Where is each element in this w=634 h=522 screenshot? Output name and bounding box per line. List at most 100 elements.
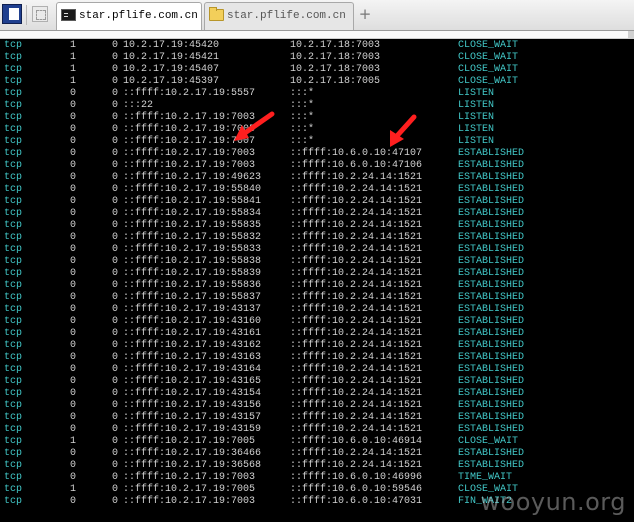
proto-cell: tcp (4, 460, 23, 471)
proto-cell: tcp (4, 100, 23, 111)
tab-file-transfer[interactable]: star.pflife.com.cn (204, 2, 354, 30)
state-cell: ESTABLISHED (458, 388, 525, 399)
foreign-address-cell: ::ffff:10.2.24.14:1521 (290, 304, 423, 315)
state-cell: ESTABLISHED (458, 316, 525, 327)
state-cell: ESTABLISHED (458, 352, 525, 363)
send-q-cell: 0 (111, 304, 118, 315)
folder-icon (209, 7, 224, 21)
local-address-cell: ::ffff:10.2.17.19:55834 (123, 208, 262, 219)
local-address-cell: ::ffff:10.2.17.19:43161 (123, 328, 262, 339)
netstat-row: tcp 0 0::ffff:10.2.17.19:55839::ffff:10.2.… (0, 268, 634, 280)
foreign-address-cell: 10.2.17.18:7003 (290, 52, 381, 63)
netstat-row: tcp 1 0 10.2.17.19:45421 10.2.17.18:7003 CLOS… (0, 52, 634, 64)
proto-cell: tcp (4, 256, 23, 267)
netstat-row: tcp 1 0 10.2.17.19:45397 10.2.17.18:7005 CLOS… (0, 76, 634, 88)
local-address-cell: ::ffff:10.2.17.19:55840 (123, 184, 262, 195)
foreign-address-cell: ::ffff:10.2.24.14:1521 (290, 352, 423, 363)
proto-cell: tcp (4, 388, 23, 399)
state-cell: ESTABLISHED (458, 412, 525, 423)
terminal-output[interactable]: tcp 1 0 10.2.17.19:45420 10.2.17.18:7003 CLOS… (0, 40, 634, 522)
local-address-cell: ::ffff:10.2.17.19:43160 (123, 316, 262, 327)
local-address-cell: ::ffff:10.2.17.19:55832 (123, 232, 262, 243)
recv-q-cell: 0 (69, 136, 76, 147)
proto-cell: tcp (4, 64, 23, 75)
foreign-address-cell: :::* (290, 100, 315, 111)
send-q-cell: 0 (111, 40, 118, 51)
foreign-address-cell: ::ffff:10.2.24.14:1521 (290, 244, 423, 255)
local-address-cell: ::ffff:10.2.17.19:43156 (123, 400, 262, 411)
local-address-cell: ::ffff:10.2.17.19:36466 (123, 448, 262, 459)
proto-cell: tcp (4, 352, 23, 363)
netstat-row: tcp 0 0::ffff:10.2.17.19:55840::ffff:10.2.… (0, 184, 634, 196)
local-address-cell: :::22 (123, 100, 154, 111)
proto-cell: tcp (4, 136, 23, 147)
tab-terminal-session[interactable]: star.pflife.com.cn (56, 2, 202, 30)
proto-cell: tcp (4, 340, 23, 351)
recv-q-cell: 0 (69, 340, 76, 351)
netstat-row: tcp 0 0::ffff:10.2.17.19:36466::ffff:10.2.… (0, 448, 634, 460)
proto-cell: tcp (4, 220, 23, 231)
proto-cell: tcp (4, 196, 23, 207)
recv-q-cell: 0 (69, 448, 76, 459)
netstat-row: tcp 0 0::ffff:10.2.17.19:36568::ffff:10.2.… (0, 460, 634, 472)
send-q-cell: 0 (111, 256, 118, 267)
recv-q-cell: 0 (69, 400, 76, 411)
recv-q-cell: 0 (69, 220, 76, 231)
local-address-cell: ::ffff:10.2.17.19:43163 (123, 352, 262, 363)
foreign-address-cell: :::* (290, 112, 315, 123)
local-address-cell: ::ffff:10.2.17.19:7005 (123, 124, 256, 135)
netstat-row: tcp 0 0::ffff:10.2.17.19:43159::ffff:10.2.… (0, 424, 634, 436)
tab-label: star.pflife.com.cn (227, 10, 346, 22)
state-cell: CLOSE_WAIT (458, 436, 519, 447)
local-address-cell: ::ffff:10.2.17.19:7003 (123, 160, 256, 171)
netstat-row: tcp 0 0::ffff:10.2.17.19:55835::ffff:10.2.… (0, 220, 634, 232)
proto-cell: tcp (4, 304, 23, 315)
recv-q-cell: 0 (69, 412, 76, 423)
layout-toggle-button[interactable] (2, 4, 22, 24)
state-cell: ESTABLISHED (458, 448, 525, 459)
recv-q-cell: 0 (69, 352, 76, 363)
proto-cell: tcp (4, 292, 23, 303)
netstat-row: tcp 0 0::ffff:10.2.17.19:55838::ffff:10.2.… (0, 256, 634, 268)
netstat-row: tcp 0 0::ffff:10.2.17.19:7007:::* LISTEN (0, 136, 634, 148)
local-address-cell: ::ffff:10.2.17.19:55838 (123, 256, 262, 267)
proto-cell: tcp (4, 412, 23, 423)
state-cell: CLOSE_WAIT (458, 40, 519, 51)
local-address-cell: ::ffff:10.2.17.19:55836 (123, 280, 262, 291)
send-q-cell: 0 (111, 448, 118, 459)
foreign-address-cell: ::ffff:10.6.0.10:59546 (290, 484, 423, 495)
state-cell: ESTABLISHED (458, 280, 525, 291)
foreign-address-cell: ::ffff:10.6.0.10:47106 (290, 160, 423, 171)
state-cell: ESTABLISHED (458, 148, 525, 159)
send-q-cell: 0 (111, 484, 118, 495)
netstat-row: tcp 0 0::ffff:10.2.17.19:49623::ffff:10.2.… (0, 172, 634, 184)
netstat-row: tcp 0 0::ffff:10.2.17.19:43137::ffff:10.2.… (0, 304, 634, 316)
recv-q-cell: 0 (69, 280, 76, 291)
send-q-cell: 0 (111, 148, 118, 159)
proto-cell: tcp (4, 232, 23, 243)
netstat-row: tcp 0 0::ffff:10.2.17.19:43164::ffff:10.2.… (0, 364, 634, 376)
netstat-row: tcp 1 0 10.2.17.19:45407 10.2.17.18:7003 CLOS… (0, 64, 634, 76)
recv-q-cell: 0 (69, 388, 76, 399)
local-address-cell: ::ffff:10.2.17.19:43165 (123, 376, 262, 387)
state-cell: ESTABLISHED (458, 304, 525, 315)
state-cell: ESTABLISHED (458, 400, 525, 411)
foreign-address-cell: ::ffff:10.2.24.14:1521 (290, 196, 423, 207)
local-address-cell: 10.2.17.19:45420 (123, 40, 220, 51)
add-tab-button[interactable]: + (358, 6, 372, 22)
recv-q-cell: 0 (69, 100, 76, 111)
state-cell: LISTEN (458, 112, 495, 123)
state-cell: ESTABLISHED (458, 196, 525, 207)
recv-q-cell: 0 (69, 304, 76, 315)
netstat-row: tcp 0 0::ffff:10.2.17.19:43161::ffff:10.2.… (0, 328, 634, 340)
proto-cell: tcp (4, 52, 23, 63)
send-q-cell: 0 (111, 220, 118, 231)
recv-q-cell: 0 (69, 316, 76, 327)
netstat-row: tcp 0 0::ffff:10.2.17.19:55841::ffff:10.2.… (0, 196, 634, 208)
send-q-cell: 0 (111, 244, 118, 255)
proto-cell: tcp (4, 160, 23, 171)
foreign-address-cell: ::ffff:10.2.24.14:1521 (290, 184, 423, 195)
local-address-cell: 10.2.17.19:45397 (123, 76, 220, 87)
select-tool-button[interactable] (32, 6, 48, 22)
netstat-table: tcp 1 0 10.2.17.19:45420 10.2.17.18:7003 CLOS… (0, 40, 634, 508)
